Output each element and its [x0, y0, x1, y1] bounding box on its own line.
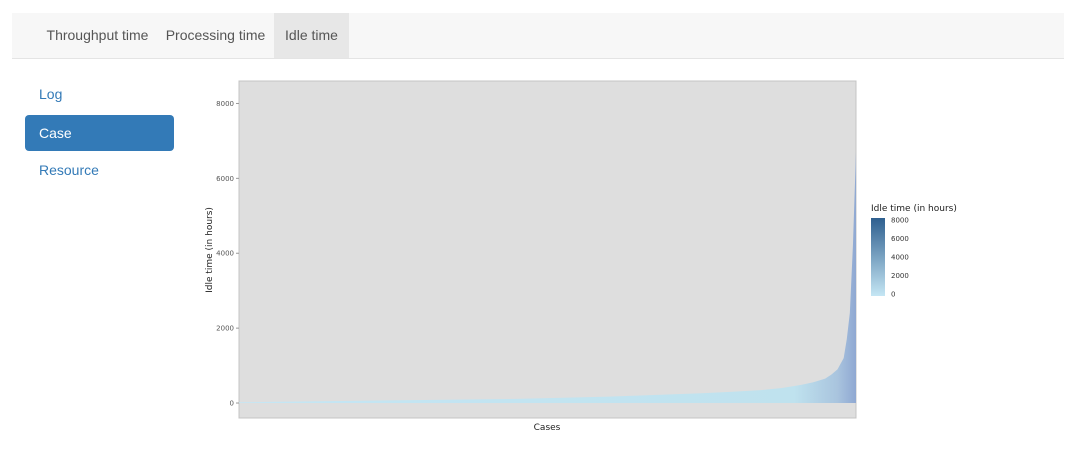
legend-tick-label: 6000 [891, 235, 909, 243]
y-tick-label: 8000 [216, 100, 234, 108]
tab-idle-time[interactable]: Idle time [274, 13, 349, 58]
y-axis: 0 2000 4000 6000 8000 [216, 100, 239, 408]
x-axis-label: Cases [534, 423, 561, 433]
y-axis-label: Idle time (in hours) [205, 207, 215, 293]
chart-svg: 0 2000 4000 6000 8000 Cases Idle time (in ho… [205, 80, 957, 433]
tab-bar: Throughput time Processing time Idle tim… [12, 13, 1064, 59]
legend-tick-label: 8000 [891, 217, 909, 225]
sidebar-item-log[interactable]: Log [25, 76, 174, 112]
legend-tick-label: 0 [891, 291, 895, 299]
tab-processing-time[interactable]: Processing time [158, 13, 273, 58]
y-tick-label: 0 [230, 400, 234, 408]
tab-throughput-time[interactable]: Throughput time [40, 13, 155, 58]
sidebar-item-resource[interactable]: Resource [25, 152, 174, 188]
y-tick-label: 4000 [216, 250, 234, 258]
legend: Idle time (in hours) 8000 6000 4000 2000 0 [871, 204, 957, 299]
legend-ticks: 8000 6000 4000 2000 0 [891, 217, 909, 299]
y-tick-label: 2000 [216, 325, 234, 333]
y-tick-label: 6000 [216, 175, 234, 183]
sidebar-item-case[interactable]: Case [25, 115, 174, 151]
plot-panel [238, 80, 857, 419]
legend-title: Idle time (in hours) [871, 204, 957, 214]
legend-colorbar [871, 218, 885, 296]
idle-time-chart: 0 2000 4000 6000 8000 Cases Idle time (in ho… [190, 70, 980, 445]
legend-tick-label: 4000 [891, 254, 909, 262]
legend-tick-label: 2000 [891, 272, 909, 280]
